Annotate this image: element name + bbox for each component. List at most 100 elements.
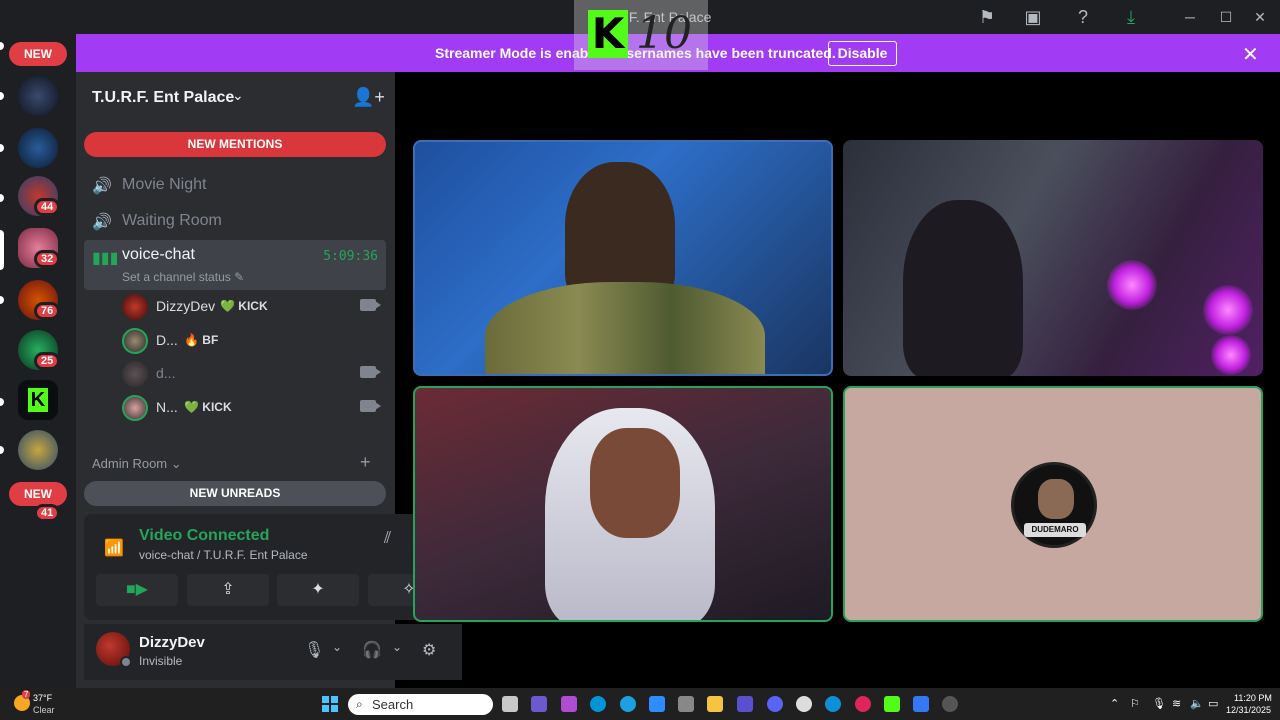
category-admin-room[interactable]: Admin Room ⌄ (92, 456, 182, 472)
voice-state: Video Connected (139, 527, 270, 544)
maximize-button[interactable]: ☐ (1212, 4, 1240, 30)
task-view-icon[interactable] (502, 696, 518, 712)
participant-figure (565, 162, 675, 302)
microphone-icon[interactable]: 🎙 (304, 640, 324, 660)
channel-voice-chat[interactable]: ▮▮▮ voice-chat Set a channel status ✎ 5:… (84, 240, 386, 290)
speaker-icon: 🔊 (92, 178, 112, 195)
inbox-icon[interactable]: ▣ (1022, 6, 1044, 28)
unread-pip (0, 42, 4, 50)
teams-icon[interactable] (737, 696, 753, 712)
maps-icon[interactable] (855, 696, 871, 712)
camera-icon (360, 400, 381, 412)
unread-pip (0, 194, 4, 202)
kick-server-icon[interactable]: K (18, 380, 58, 420)
channel-waiting-room[interactable]: 🔊 Waiting Room (84, 204, 386, 238)
headphones-icon[interactable]: 🎧 (362, 640, 382, 660)
unread-pip (0, 398, 4, 406)
voice-member[interactable]: DizzyDev 💚 KICK (120, 291, 386, 323)
server-icon-active[interactable]: 32 (18, 228, 61, 268)
server-icon[interactable]: 76 (18, 280, 61, 320)
mention-badge: 44 (34, 198, 61, 216)
voice-location[interactable]: voice-chat / T.U.R.F. Ent Palace (139, 548, 308, 562)
server-icon[interactable] (18, 430, 58, 470)
signal-icon[interactable]: 📶 (104, 538, 124, 558)
new-unreads-pill[interactable]: NEW (9, 482, 67, 506)
channel-movie-night[interactable]: 🔊 Movie Night (84, 168, 386, 202)
video-tile-speaking[interactable]: DUDEMARO (843, 386, 1263, 622)
close-window-button[interactable]: ✕ (1246, 4, 1274, 30)
tray-overflow-icon[interactable]: ⌃ (1110, 697, 1119, 710)
mention-badge: 41 (34, 504, 61, 522)
avatar (122, 395, 148, 421)
server-icon[interactable] (18, 128, 58, 168)
flag-icon[interactable]: ⚑ (976, 6, 998, 28)
battery-icon[interactable]: ▭ (1208, 697, 1218, 710)
close-icon[interactable]: ✕ (1242, 42, 1259, 67)
file-explorer-icon[interactable] (707, 696, 723, 712)
clock-time[interactable]: 11:20 PM (1234, 693, 1272, 703)
kick-app-icon[interactable] (884, 696, 900, 712)
voice-member[interactable]: d... (120, 358, 386, 390)
microphone-tray-icon[interactable]: 🎙 (1152, 697, 1166, 710)
video-tile[interactable] (413, 140, 833, 376)
voice-activity-icon: ▮▮▮ (92, 250, 119, 267)
avatar-label: DUDEMARO (1024, 523, 1086, 537)
voice-member[interactable]: D... 🔥 BF (120, 325, 386, 357)
zoom-icon[interactable] (649, 696, 665, 712)
rgb-light (1203, 285, 1253, 335)
server-icon[interactable]: 44 (18, 176, 61, 216)
unread-pip (0, 144, 4, 152)
server-icon[interactable] (18, 76, 58, 116)
disable-streamer-mode-button[interactable]: Disable (828, 41, 897, 66)
user-panel: DizzyDev Invisible 🎙 ⌄ 🎧 ⌄ ⚙ (84, 624, 462, 680)
voice-member[interactable]: N... 💚 KICK (120, 392, 386, 424)
selected-pip (0, 230, 4, 270)
media-player-icon[interactable] (942, 696, 958, 712)
gear-icon[interactable]: ⚙ (422, 640, 436, 660)
edge-icon[interactable] (825, 696, 841, 712)
clock-date[interactable]: 12/31/2025 (1226, 705, 1271, 715)
server-icon[interactable]: 25 (18, 330, 61, 370)
camera-icon (360, 299, 381, 311)
screen-share-button[interactable]: ⇪ (187, 574, 269, 606)
hp-icon[interactable] (590, 696, 606, 712)
call-timer: 5:09:36 (323, 249, 378, 264)
video-tile[interactable] (843, 140, 1263, 376)
start-button[interactable] (322, 696, 338, 712)
channel-status-input[interactable]: Set a channel status ✎ (122, 270, 244, 284)
kick-logo-icon: K (588, 10, 628, 58)
app-icon[interactable] (620, 696, 636, 712)
mention-badge: 32 (34, 250, 61, 268)
new-servers-pill[interactable]: NEW (9, 42, 67, 66)
wifi-icon[interactable]: ≋ (1172, 697, 1181, 710)
volume-icon[interactable]: 🔈 (1190, 697, 1204, 710)
server-header[interactable]: T.U.R.F. Ent Palace ⌄ 👤+ (76, 72, 395, 124)
steam-icon[interactable] (796, 696, 812, 712)
participant-figure (903, 200, 1023, 376)
video-tile-speaking[interactable] (413, 386, 833, 622)
chevron-down-icon[interactable]: ⌄ (332, 640, 342, 654)
activities-button[interactable]: ✦ (277, 574, 359, 606)
app-icon[interactable] (913, 696, 929, 712)
help-icon[interactable]: ? (1072, 6, 1094, 28)
add-channel-icon[interactable]: + (360, 452, 371, 473)
chevron-down-icon: ⌄ (232, 87, 244, 103)
store-icon[interactable] (678, 696, 694, 712)
new-unreads-pill[interactable]: NEW UNREADS (84, 481, 386, 506)
copilot-icon[interactable] (531, 696, 547, 712)
download-icon[interactable]: ⤓ (1120, 6, 1142, 28)
kick-icon: K (28, 388, 48, 412)
camera-toggle-button[interactable]: ■▶ (96, 574, 178, 606)
chevron-down-icon[interactable]: ⌄ (392, 640, 402, 654)
minimize-button[interactable]: ─ (1176, 4, 1204, 30)
noise-suppression-icon[interactable]: ⫽ (384, 530, 391, 548)
discord-icon[interactable] (767, 696, 783, 712)
new-mentions-pill[interactable]: NEW MENTIONS (84, 132, 386, 157)
taskbar-search[interactable]: ⌕ Search (348, 694, 493, 715)
widgets-icon[interactable] (561, 696, 577, 712)
member-name: DizzyDev (156, 298, 216, 314)
taskbar: 7 37°F Clear ⌕ Search ⌃ ⚐ 🎙 ≋ 🔈 ▭ 11:20 … (0, 688, 1280, 720)
invite-people-icon[interactable]: 👤+ (352, 87, 385, 108)
user-name[interactable]: DizzyDev (139, 634, 205, 651)
tray-icon[interactable]: ⚐ (1130, 697, 1140, 710)
